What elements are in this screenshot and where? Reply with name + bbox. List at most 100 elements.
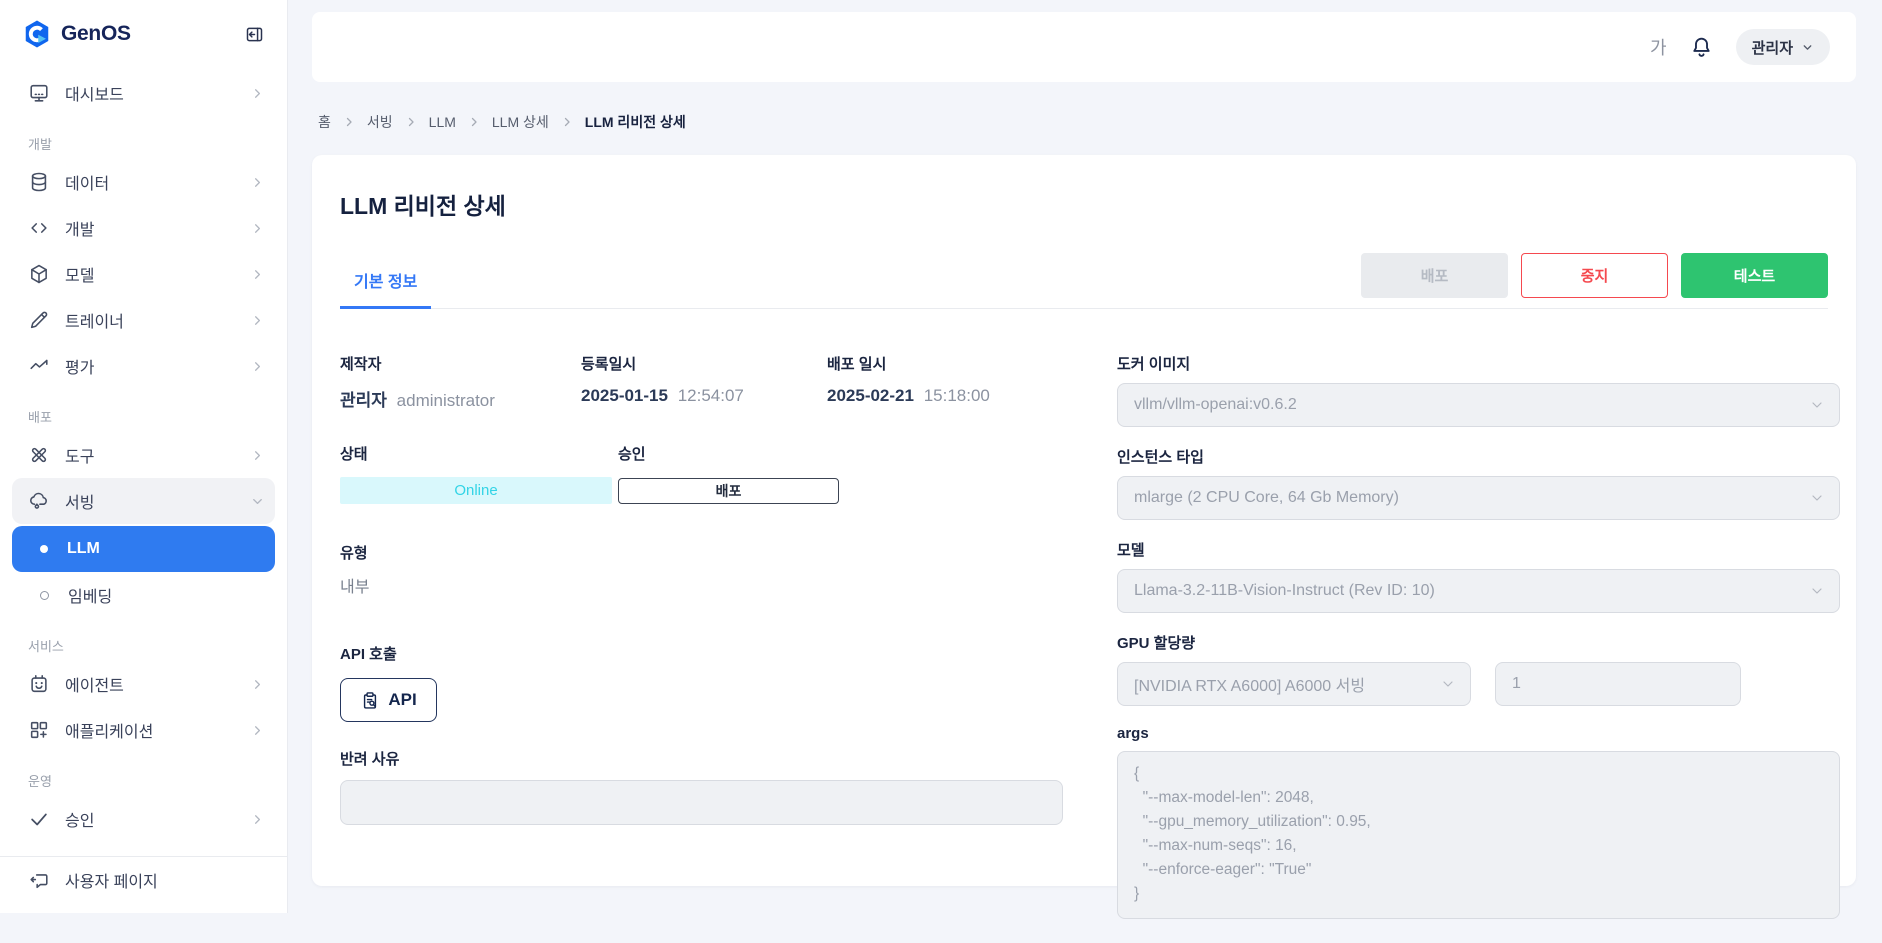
deployed-date: 2025-02-21 [827, 386, 914, 405]
api-button[interactable]: API [340, 678, 437, 722]
chevron-right-icon [405, 116, 417, 128]
chevron-right-icon [343, 116, 355, 128]
chevron-right-icon [250, 221, 265, 236]
sidebar-item-trainer[interactable]: 트레이너 [12, 297, 275, 343]
breadcrumb-llm[interactable]: LLM [429, 114, 456, 130]
sidebar-item-evaluation[interactable]: 평가 [12, 343, 275, 389]
api-call-label: API 호출 [340, 643, 1063, 664]
sidebar-item-model[interactable]: 모델 [12, 251, 275, 297]
sidebar-item-dashboard[interactable]: 대시보드 [12, 70, 275, 116]
user-menu[interactable]: 관리자 [1736, 29, 1830, 65]
args-textarea[interactable]: { "--max-model-len": 2048, "--gpu_memory… [1117, 751, 1840, 919]
type-label: 유형 [340, 542, 1063, 563]
breadcrumb-serving[interactable]: 서빙 [367, 112, 393, 132]
sidebar-section-ops: 운영 [12, 771, 275, 790]
sidebar-item-user-page[interactable]: 사용자 페이지 [12, 857, 275, 903]
app-grid-plus-icon [28, 719, 50, 741]
api-button-label: API [388, 690, 416, 710]
model-field: 모델 Llama-3.2-11B-Vision-Instruct (Rev ID… [1117, 539, 1840, 613]
reject-reason-field: 반려 사유 [340, 748, 1063, 825]
sidebar-item-approval[interactable]: 승인 [12, 796, 275, 842]
gpu-select[interactable]: [NVIDIA RTX A6000] A6000 서빙 [1117, 662, 1471, 706]
chevron-down-icon [1809, 583, 1825, 599]
font-size-toggle[interactable]: 가 [1650, 34, 1667, 60]
instance-type-field: 인스턴스 타입 mlarge (2 CPU Core, 64 Gb Memory… [1117, 446, 1840, 520]
sidebar-section-dev: 개발 [12, 134, 275, 153]
database-icon [28, 171, 50, 193]
cloud-serving-icon [28, 490, 50, 512]
deployed-field: 배포 일시 2025-02-21 15:18:00 [827, 353, 990, 411]
chevron-down-icon [1809, 397, 1825, 413]
chevron-right-icon [561, 116, 573, 128]
sidebar-item-llm[interactable]: LLM [12, 526, 275, 572]
sidebar-item-data[interactable]: 데이터 [12, 159, 275, 205]
app-logo[interactable]: GenOS [22, 19, 131, 49]
creator-field: 제작자 관리자 administrator [340, 353, 581, 411]
sidebar-item-label: 승인 [65, 807, 94, 831]
dashboard-icon [28, 82, 50, 104]
docker-image-select[interactable]: vllm/vllm-openai:v0.6.2 [1117, 383, 1840, 427]
tools-icon [28, 444, 50, 466]
tab-basic-info[interactable]: 기본 정보 [340, 268, 431, 309]
sidebar-item-label: 서빙 [65, 489, 94, 513]
left-column: 제작자 관리자 administrator 등록일시 2025-01-15 12… [340, 353, 1063, 943]
model-label: 모델 [1117, 539, 1840, 560]
gpu-count-input[interactable] [1495, 662, 1741, 706]
chevron-right-icon [250, 175, 265, 190]
sidebar-item-develop[interactable]: 개발 [12, 205, 275, 251]
sidebar-section-deploy: 배포 [12, 407, 275, 426]
user-page-icon [28, 869, 50, 891]
chevron-right-icon [250, 359, 265, 374]
bullet-icon [40, 591, 49, 600]
api-doc-search-icon [360, 690, 380, 710]
breadcrumb-home[interactable]: 홈 [318, 112, 331, 132]
sidebar-item-tools[interactable]: 도구 [12, 432, 275, 478]
chevron-right-icon [250, 812, 265, 827]
args-label: args [1117, 725, 1840, 742]
type-field: 유형 내부 [340, 542, 1063, 597]
registered-date: 2025-01-15 [581, 386, 668, 405]
sidebar-item-application[interactable]: 애플리케이션 [12, 707, 275, 753]
tab-and-actions-row: 기본 정보 배포 중지 테스트 [340, 251, 1828, 309]
sidebar-item-label: 사용자 페이지 [65, 868, 158, 892]
reject-reason-input[interactable] [340, 780, 1063, 825]
chevron-right-icon [468, 116, 480, 128]
model-value: Llama-3.2-11B-Vision-Instruct (Rev ID: 1… [1134, 582, 1435, 600]
docker-image-field: 도커 이미지 vllm/vllm-openai:v0.6.2 [1117, 353, 1840, 427]
approval-value-badge: 배포 [618, 478, 839, 504]
app-name: GenOS [61, 22, 131, 46]
sidebar-item-label: 대시보드 [65, 81, 124, 105]
deploy-button[interactable]: 배포 [1361, 253, 1508, 298]
sidebar-nav: 대시보드 개발 데이터 개발 [0, 54, 287, 844]
chevron-down-icon [1809, 490, 1825, 506]
docker-image-label: 도커 이미지 [1117, 353, 1840, 374]
notification-bell-icon[interactable] [1689, 35, 1714, 60]
sidebar-item-label: 데이터 [65, 170, 109, 194]
chevron-down-icon [1440, 676, 1456, 692]
model-select[interactable]: Llama-3.2-11B-Vision-Instruct (Rev ID: 1… [1117, 569, 1840, 613]
agent-bot-icon [28, 673, 50, 695]
chevron-right-icon [250, 313, 265, 328]
sidebar-item-agent[interactable]: 에이전트 [12, 661, 275, 707]
trend-chart-icon [28, 355, 50, 377]
sidebar-item-serving[interactable]: 서빙 [12, 478, 275, 524]
sidebar-item-label: 모델 [65, 262, 94, 286]
gpu-quota-field: GPU 할당량 [NVIDIA RTX A6000] A6000 서빙 [1117, 632, 1840, 706]
breadcrumb-llm-detail[interactable]: LLM 상세 [492, 112, 549, 132]
detail-card: LLM 리비전 상세 기본 정보 배포 중지 테스트 제작자 관리자 admin… [312, 155, 1856, 886]
chevron-down-icon [1801, 41, 1814, 54]
chevron-right-icon [250, 448, 265, 463]
instance-type-select[interactable]: mlarge (2 CPU Core, 64 Gb Memory) [1117, 476, 1840, 520]
registered-field: 등록일시 2025-01-15 12:54:07 [581, 353, 827, 411]
gpu-quota-label: GPU 할당량 [1117, 632, 1840, 653]
status-field: 상태 Online [340, 443, 612, 504]
test-button[interactable]: 테스트 [1681, 253, 1828, 298]
sidebar-collapse-icon[interactable] [244, 24, 265, 45]
stop-button[interactable]: 중지 [1521, 253, 1668, 298]
sidebar-item-embedding[interactable]: 임베딩 [12, 572, 275, 618]
deployed-time: 15:18:00 [924, 386, 990, 405]
api-call-field: API 호출 API [340, 643, 1063, 722]
gpu-value: [NVIDIA RTX A6000] A6000 서빙 [1134, 672, 1365, 696]
sidebar-item-label: 도구 [65, 443, 94, 467]
status-label: 상태 [340, 443, 612, 464]
